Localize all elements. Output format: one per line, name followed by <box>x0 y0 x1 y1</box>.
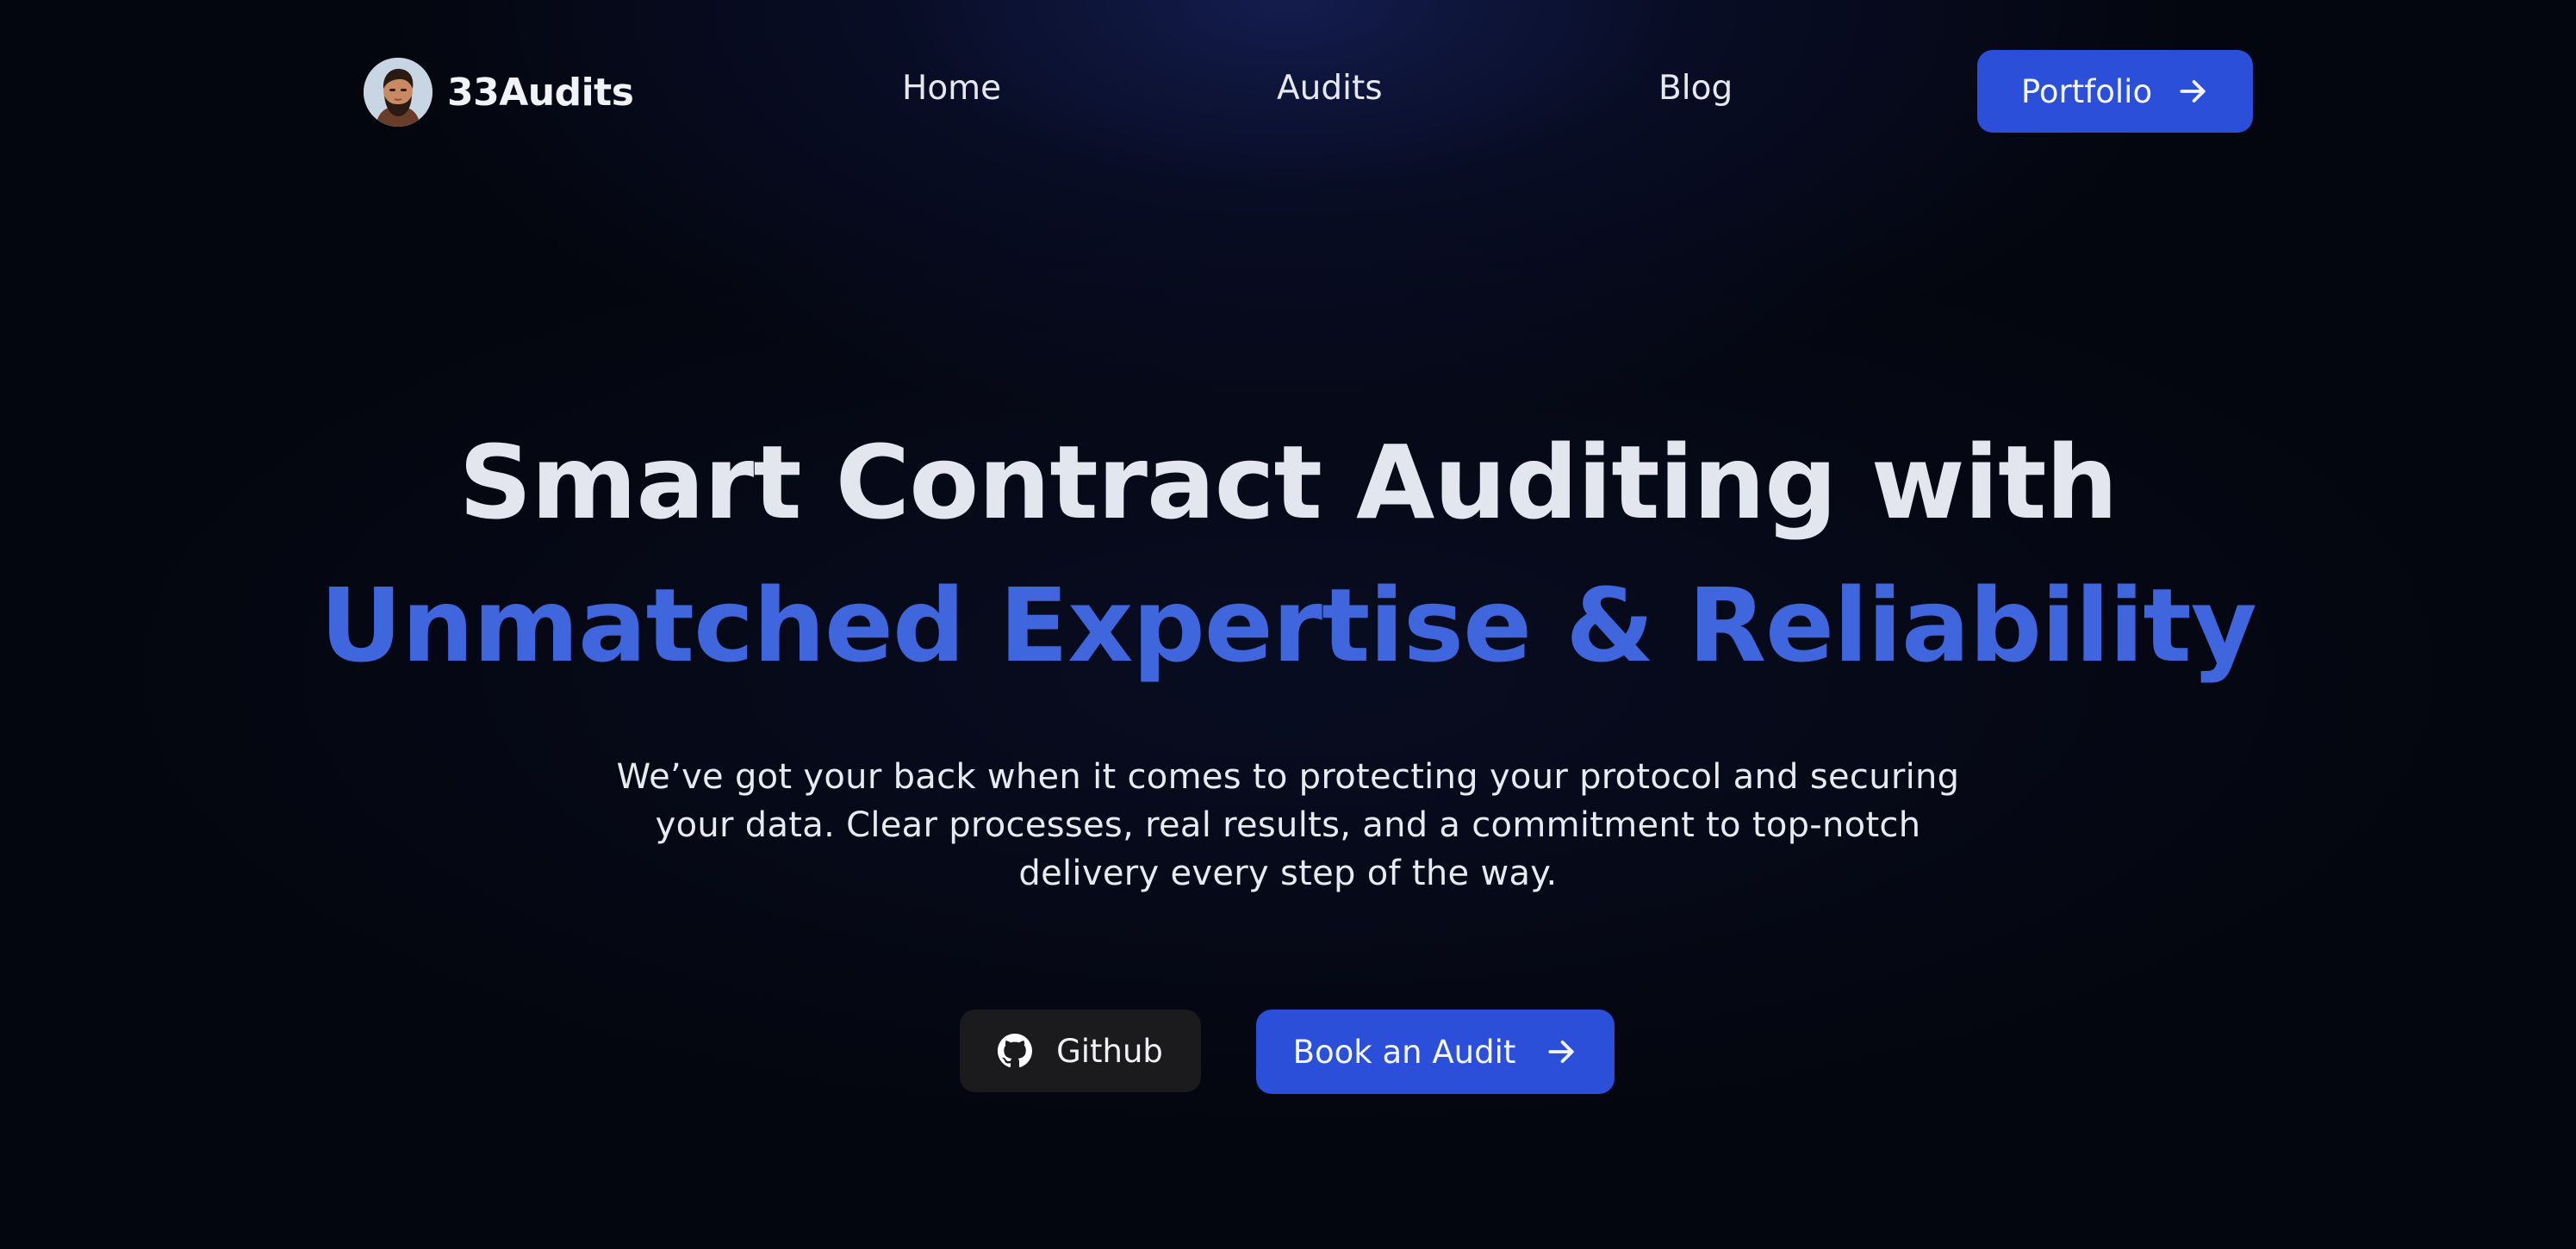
hero-title: Smart Contract Auditing with <box>458 423 2118 542</box>
arrow-right-icon <box>2176 75 2209 108</box>
hero-title-accent: Unmatched Expertise & Reliability <box>320 566 2257 685</box>
arrow-right-icon <box>1545 1035 1577 1068</box>
nav-link-home[interactable]: Home <box>902 69 1001 108</box>
book-audit-button[interactable]: Book an Audit <box>1256 1010 1615 1094</box>
portfolio-button-label: Portfolio <box>2020 72 2153 110</box>
github-button-label: Github <box>1056 1032 1163 1070</box>
github-icon <box>998 1034 1033 1068</box>
book-audit-button-label: Book an Audit <box>1292 1033 1516 1071</box>
avatar <box>364 58 432 127</box>
hero-description: We’ve got your back when it comes to pro… <box>616 757 1960 893</box>
portfolio-button[interactable]: Portfolio <box>1977 50 2253 133</box>
brand-name: 33Audits <box>447 70 634 115</box>
brand-logo-link[interactable]: 33Audits <box>364 57 634 127</box>
nav-link-blog[interactable]: Blog <box>1658 69 1733 108</box>
github-button[interactable]: Github <box>960 1010 1201 1092</box>
nav-link-audits[interactable]: Audits <box>1277 69 1383 108</box>
top-navigation: 33Audits Home Audits Blog Portfolio <box>0 0 2576 183</box>
